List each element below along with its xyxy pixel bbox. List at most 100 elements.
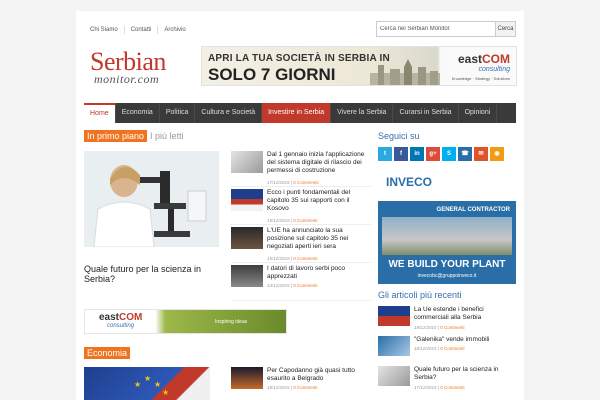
article-thumbnail <box>378 366 410 386</box>
follow-us-title: Seguici su <box>378 131 420 141</box>
city-skyline-icon <box>370 59 440 85</box>
nav-item-opinioni[interactable]: Opinioni <box>459 103 498 123</box>
search-input[interactable] <box>376 21 496 37</box>
twitter-icon[interactable]: t <box>378 147 392 161</box>
logo-main-text: Serbian <box>90 47 166 76</box>
featured-article-image[interactable] <box>84 151 219 247</box>
article-title[interactable]: Dal 1 gennaio inizia l'applicazione del … <box>267 151 371 175</box>
banner-brand-name: eastCOM <box>457 52 510 66</box>
article-title[interactable]: Quale futuro per la scienza in Serbia? <box>414 366 516 382</box>
article-thumbnail <box>231 265 263 287</box>
nav-item-vivere[interactable]: Vivere la Serbia <box>331 103 394 123</box>
factory-image <box>382 217 512 255</box>
list-item[interactable]: L'UE ha annunciato la sua posizione sul … <box>231 227 371 263</box>
featured-article-list: Dal 1 gennaio inizia l'applicazione del … <box>231 151 371 303</box>
inveco-logo: INVECO <box>386 175 433 189</box>
top-link-contatti[interactable]: Contatti <box>125 26 159 34</box>
svg-text:★: ★ <box>154 380 161 389</box>
article-meta: 17/12/2015 | 0 Comments <box>267 180 319 185</box>
top-link-archivio[interactable]: Archivio <box>158 26 191 34</box>
recent-articles-title: Gli articoli più recenti <box>378 290 462 300</box>
inveco-slogan: WE BUILD YOUR PLANT <box>388 259 506 270</box>
eastcom-tagline: Inspiring ideas <box>215 319 248 325</box>
article-meta: 17/12/2015 | 0 Commenti <box>414 385 465 390</box>
top-bar: Chi Siamo Contatti Archivio Cerca <box>84 21 516 39</box>
article-thumbnail <box>378 306 410 326</box>
article-meta: 15/12/2015 | 0 Commenti <box>267 256 318 261</box>
banner-subheadline: SOLO 7 GIORNI <box>208 65 336 84</box>
article-meta: 14/12/2015 | 0 Commenti <box>267 283 318 288</box>
facebook-icon[interactable]: f <box>394 147 408 161</box>
featured-article-title[interactable]: Quale futuro per la scienza in Serbia? <box>84 264 224 284</box>
list-item[interactable]: Ecco i punti fondamentali del capitolo 3… <box>231 189 371 225</box>
scientist-microscope-icon <box>84 151 219 247</box>
nav-item-cultura[interactable]: Cultura e Società <box>195 103 263 123</box>
list-item[interactable]: Quale futuro per la scienza in Serbia? 1… <box>378 366 516 394</box>
svg-text:★: ★ <box>162 388 169 397</box>
logo-sub-text: monitor.com <box>94 72 160 86</box>
search-button[interactable]: Cerca <box>496 21 516 37</box>
article-title[interactable]: I datori di lavoro serbi poco apprezzati <box>267 265 371 281</box>
article-title[interactable]: Per Capodanno già quasi tutto esaurito a… <box>267 367 371 383</box>
article-thumbnail <box>231 189 263 211</box>
article-title[interactable]: Ecco i punti fondamentali del capitolo 3… <box>267 189 371 213</box>
rss-icon[interactable]: ◉ <box>490 147 504 161</box>
featured-header: In primo piano I più letti <box>84 130 184 142</box>
banner-headline: APRI LA TUA SOCIETÀ IN SERBIA IN <box>208 53 390 64</box>
article-meta: 18/12/2015 | 0 Commenti <box>267 385 318 390</box>
list-item[interactable]: I datori di lavoro serbi poco apprezzati… <box>231 265 371 301</box>
article-thumbnail <box>231 151 263 173</box>
banner-brand: eastCOM consulting Knowledge · Strategy … <box>452 52 510 81</box>
section-economia[interactable]: Economia <box>84 347 131 359</box>
tab-piu-letti[interactable]: I più letti <box>147 131 184 141</box>
eastcom-ad[interactable]: eastCOM consulting Inspiring ideas <box>84 309 287 334</box>
inveco-email: invecobc@gruppoinveco.it <box>417 273 477 279</box>
skype-icon[interactable]: S <box>442 147 456 161</box>
article-thumbnail <box>231 367 263 389</box>
page-container: Chi Siamo Contatti Archivio Cerca Serbia… <box>76 11 524 400</box>
article-meta: 18/12/2015 | 0 Commenti <box>414 346 465 351</box>
article-title[interactable]: La Ue estende i benefici commerciali all… <box>414 306 516 322</box>
svg-text:★: ★ <box>144 374 151 383</box>
header-banner-ad[interactable]: APRI LA TUA SOCIETÀ IN SERBIA IN SOLO 7 … <box>201 46 517 86</box>
nav-item-curarsi[interactable]: Curarsi in Serbia <box>393 103 459 123</box>
right-sidebar: Seguici su t f in g+ S ☎ ✉ ◉ INVECO GENE… <box>378 131 516 396</box>
top-link-chi-siamo[interactable]: Chi Siamo <box>84 26 125 34</box>
economia-header: Economia <box>84 347 131 359</box>
googleplus-icon[interactable]: g+ <box>426 147 440 161</box>
article-title[interactable]: L'UE ha annunciato la sua posizione sul … <box>267 227 371 251</box>
list-item[interactable]: Dal 1 gennaio inizia l'applicazione del … <box>231 151 371 187</box>
eu-flag-icon: ★ ★ ★ ★ <box>134 374 169 397</box>
page-background-right <box>524 0 600 400</box>
social-icons: t f in g+ S ☎ ✉ ◉ <box>378 147 516 161</box>
article-title[interactable]: "Galenika" vende immobili <box>414 336 516 344</box>
article-thumbnail <box>231 227 263 249</box>
article-thumbnail <box>378 336 410 356</box>
main-nav: Home Economia Politica Cultura e Società… <box>84 103 516 123</box>
linkedin-icon[interactable]: in <box>410 147 424 161</box>
tab-in-primo-piano[interactable]: In primo piano <box>84 130 148 142</box>
eastcom-sub: consulting <box>107 323 135 329</box>
site-logo[interactable]: Serbian monitor.com <box>90 47 190 91</box>
page-background-left <box>0 0 76 400</box>
inveco-ad[interactable]: INVECO GENERAL CONTRACTOR WE BUILD YOUR … <box>378 169 516 284</box>
phone-icon[interactable]: ☎ <box>458 147 472 161</box>
nav-item-politica[interactable]: Politica <box>160 103 196 123</box>
inveco-tagline: GENERAL CONTRACTOR <box>436 207 510 213</box>
banner-brand-tag: Knowledge · Strategy · Solutions <box>451 76 510 81</box>
nav-item-economia[interactable]: Economia <box>116 103 160 123</box>
search-form: Cerca <box>376 21 516 37</box>
list-item[interactable]: "Galenika" vende immobili 18/12/2015 | 0… <box>378 336 516 364</box>
nav-item-investire[interactable]: Investire in Serbia <box>262 103 332 123</box>
article-meta: 15/12/2015 | 0 Commenti <box>267 218 318 223</box>
eastcom-logo: eastCOM <box>99 312 143 323</box>
banner-brand-sub: consulting <box>478 66 510 73</box>
list-item[interactable]: Per Capodanno già quasi tutto esaurito a… <box>231 367 371 400</box>
economia-article-list: Per Capodanno già quasi tutto esaurito a… <box>231 367 371 400</box>
svg-text:★: ★ <box>134 380 141 389</box>
page-background-top <box>0 0 600 11</box>
list-item[interactable]: La Ue estende i benefici commerciali all… <box>378 306 516 334</box>
email-icon[interactable]: ✉ <box>474 147 488 161</box>
economia-article-image[interactable]: ★ ★ ★ ★ <box>84 367 210 400</box>
nav-item-home[interactable]: Home <box>84 103 116 123</box>
